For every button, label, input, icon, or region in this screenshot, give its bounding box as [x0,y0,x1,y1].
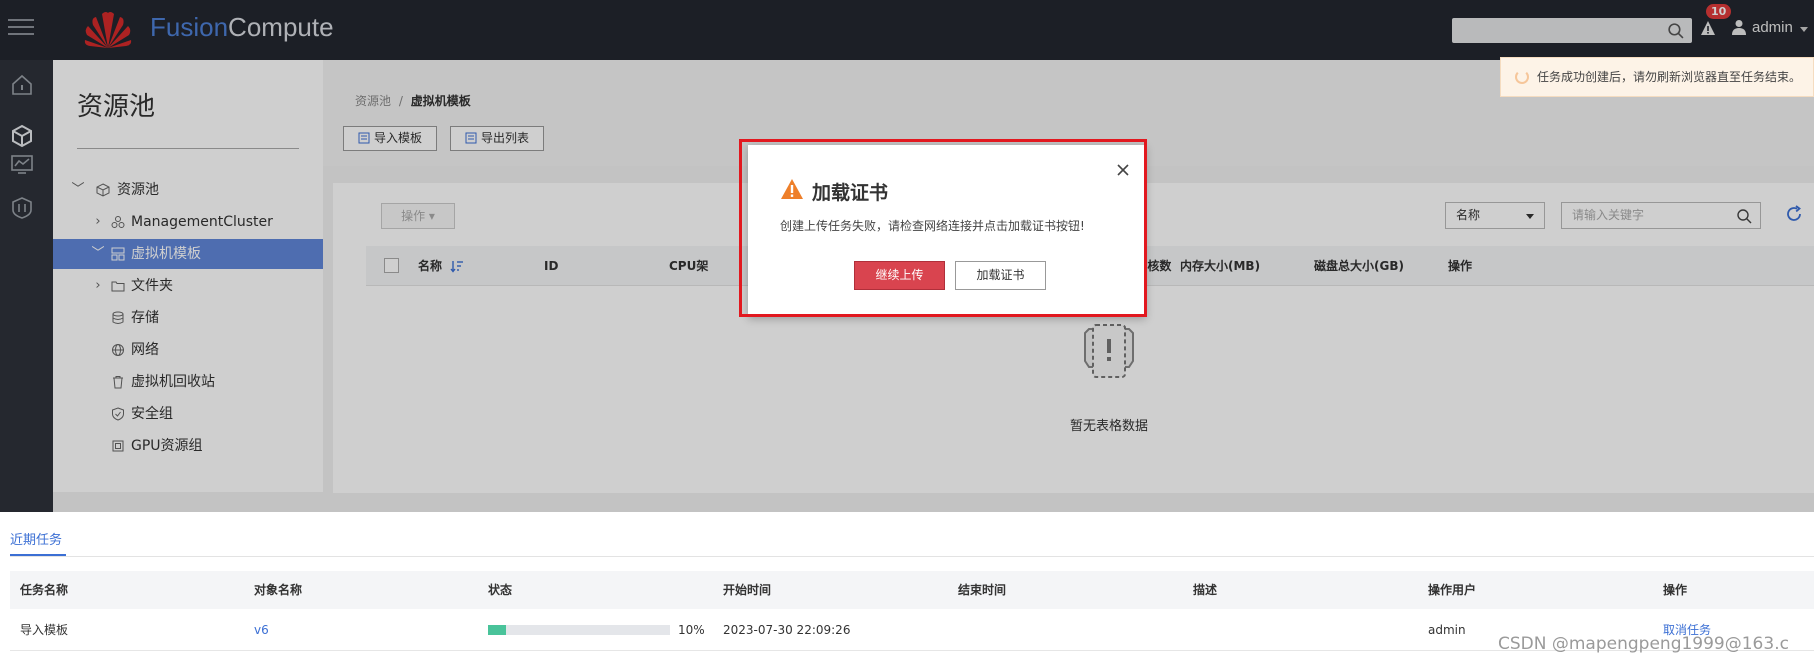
task-operator: admin [1428,623,1466,637]
column-header-status: 状态 [488,583,513,597]
dialog-message: 创建上传任务失败，请检查网络连接并点击加载证书按钮! [780,219,1085,233]
recent-tasks-panel: 近期任务 任务名称 对象名称 状态 开始时间 结束时间 描述 操作用户 操作 导… [0,512,1814,665]
toast-message: 任务成功创建后，请勿刷新浏览器直至任务结束。 [1537,70,1802,84]
column-header-object-name: 对象名称 [254,583,303,597]
column-header-end-time: 结束时间 [958,583,1007,597]
continue-upload-button[interactable]: 继续上传 [854,261,945,290]
task-object-link[interactable]: v6 [254,609,269,651]
loading-spinner-icon [1515,70,1529,84]
task-progress-fill [488,625,507,635]
task-name: 导入模板 [20,623,69,637]
task-toast: 任务成功创建后，请勿刷新浏览器直至任务结束。 [1500,57,1814,97]
column-header-description: 描述 [1193,583,1218,597]
column-header-task-actions: 操作 [1663,583,1688,597]
tab-recent-tasks[interactable]: 近期任务 [10,529,62,548]
load-certificate-button[interactable]: 加载证书 [955,261,1046,290]
column-header-start-time: 开始时间 [723,583,772,597]
warning-icon [781,179,803,199]
divider [10,556,1814,557]
dialog-title: 加载证书 [812,182,889,204]
watermark: CSDN @mapengpeng1999@163.c [1498,634,1789,654]
close-icon[interactable] [1116,163,1130,177]
load-certificate-dialog: 加载证书 创建上传任务失败，请检查网络连接并点击加载证书按钮! 继续上传 加载证… [748,145,1146,317]
column-header-task-name: 任务名称 [20,583,69,597]
task-progress-text: 10% [678,623,705,637]
task-progress-bar [488,625,670,635]
task-start-time: 2023-07-30 22:09:26 [723,623,851,637]
column-header-operator: 操作用户 [1428,583,1477,597]
tasks-table-header: 任务名称 对象名称 状态 开始时间 结束时间 描述 操作用户 操作 [10,571,1814,609]
